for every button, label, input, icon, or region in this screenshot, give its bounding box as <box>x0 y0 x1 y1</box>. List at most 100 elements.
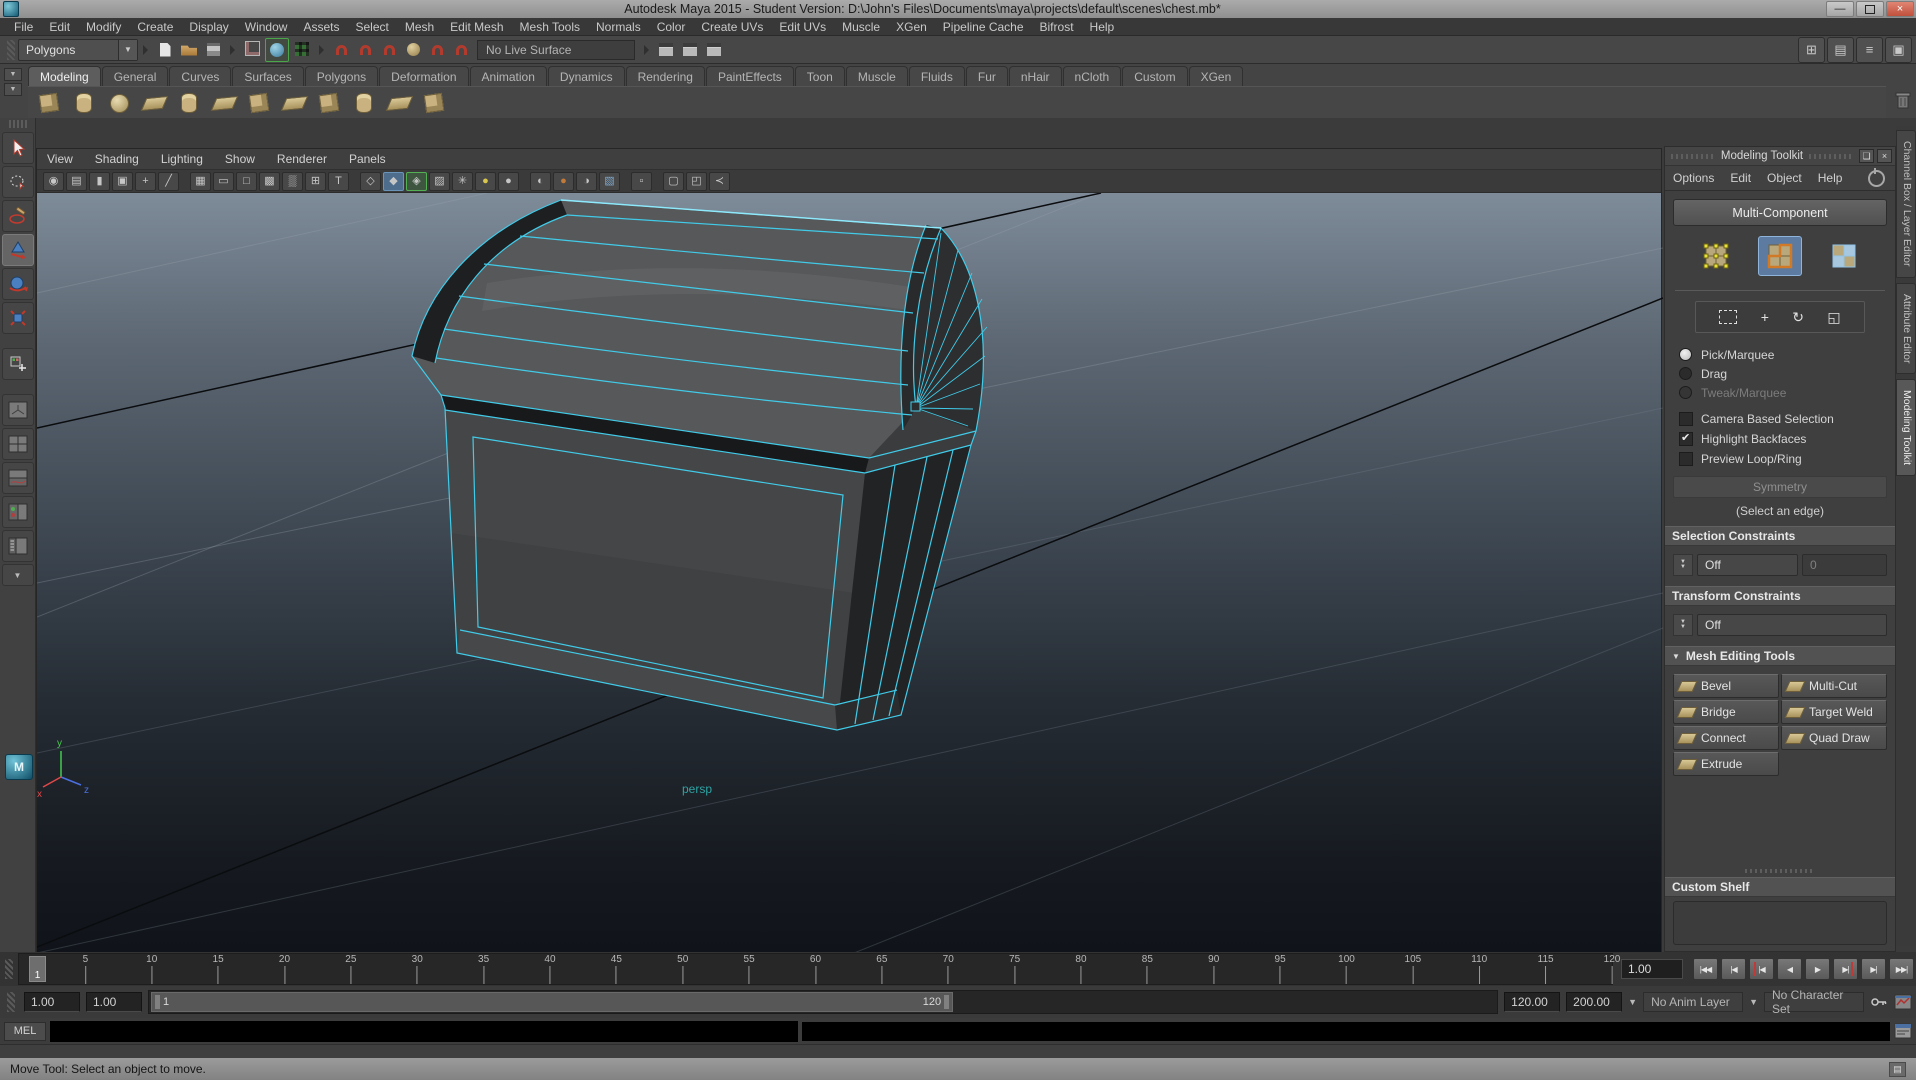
shelf-tab[interactable]: Dynamics <box>548 66 625 86</box>
toggle-modeling-toolkit-icon[interactable]: ▣ <box>1885 37 1912 63</box>
group-collapse-icon[interactable] <box>644 45 649 55</box>
viewport-canvas[interactable]: y x z persp <box>37 193 1661 953</box>
toggle-tool-settings-icon[interactable]: ▤ <box>1827 37 1854 63</box>
multi-cut-icon[interactable] <box>386 90 412 116</box>
multisample-icon[interactable]: ▧ <box>599 172 620 191</box>
shelf-tab[interactable]: XGen <box>1189 66 1244 86</box>
range-start-handle[interactable] <box>155 995 160 1009</box>
isolate-select-icon[interactable]: ▫ <box>631 172 652 191</box>
quad-draw-button[interactable]: Quad Draw <box>1781 726 1887 750</box>
checkbox-option[interactable]: Camera Based Selection <box>1671 410 1889 428</box>
bookmark-icon[interactable]: ▮ <box>89 172 110 191</box>
playback-start-field[interactable] <box>86 992 142 1012</box>
move-icon[interactable]: + <box>1761 309 1769 325</box>
animation-start-field[interactable] <box>24 992 80 1012</box>
animation-preferences-icon[interactable] <box>1894 994 1912 1010</box>
toggle-channel-box-icon[interactable]: ≡ <box>1856 37 1883 63</box>
shelf-tab[interactable]: nHair <box>1009 66 1062 86</box>
toolkit-menu-item[interactable]: Edit <box>1730 171 1751 185</box>
bend-icon[interactable] <box>351 90 377 116</box>
step-back-frame-button[interactable]: |◀ <box>1721 958 1746 980</box>
constraint-dropdown-icon[interactable]: ▼▼ <box>1673 614 1693 636</box>
checkbox-option[interactable]: Highlight Backfaces <box>1671 430 1889 448</box>
select-camera-icon[interactable]: ◉ <box>43 172 64 191</box>
menu-item[interactable]: Create <box>129 18 181 36</box>
shelf-tab[interactable]: Toon <box>795 66 845 86</box>
toolkit-menu-item[interactable]: Object <box>1767 171 1802 185</box>
select-object-icon[interactable] <box>265 38 289 62</box>
panel-menu-item[interactable]: Show <box>225 152 267 166</box>
drag-handle[interactable] <box>9 120 27 128</box>
snap-view-plane-icon[interactable] <box>426 39 448 61</box>
menu-item[interactable]: Modify <box>78 18 129 36</box>
playback-end-field[interactable] <box>1504 992 1560 1012</box>
constraint-dropdown-icon[interactable]: ▼▼ <box>1673 554 1693 576</box>
drag-handle[interactable] <box>7 992 15 1012</box>
panel-menu-item[interactable]: Renderer <box>277 152 339 166</box>
command-result-field[interactable] <box>802 1022 1890 1041</box>
character-set-dropdown[interactable]: No Character Set <box>1764 992 1864 1012</box>
range-end-handle[interactable] <box>944 995 949 1009</box>
menu-item[interactable]: Bifrost <box>1032 18 1082 36</box>
command-input[interactable] <box>50 1021 798 1042</box>
trash-icon[interactable] <box>1894 90 1912 110</box>
poly-cylinder-icon[interactable] <box>71 90 97 116</box>
field-chart-icon[interactable]: ▒ <box>282 172 303 191</box>
film-gate-icon[interactable]: ▭ <box>213 172 234 191</box>
panel-menu-item[interactable]: View <box>47 152 85 166</box>
selection-constraints-header[interactable]: Selection Constraints <box>1665 526 1895 546</box>
close-button[interactable]: × <box>1886 1 1914 17</box>
shelf-tab[interactable]: Animation <box>470 66 547 86</box>
group-collapse-icon[interactable] <box>143 45 148 55</box>
maximize-button[interactable] <box>1856 1 1884 17</box>
menu-item[interactable]: Create UVs <box>693 18 771 36</box>
drag-handle[interactable] <box>7 40 15 60</box>
shelf-tab[interactable]: Muscle <box>846 66 908 86</box>
motion-blur-icon[interactable]: ◑ <box>576 172 597 191</box>
power-toggle-icon[interactable] <box>1868 170 1885 187</box>
open-scene-icon[interactable] <box>178 39 200 61</box>
sidebar-tab[interactable]: Attribute Editor <box>1896 283 1916 374</box>
mirror-icon[interactable] <box>421 90 447 116</box>
gate-mask-icon[interactable]: ▩ <box>259 172 280 191</box>
persp-outliner-layout-button[interactable] <box>2 530 34 562</box>
group-collapse-icon[interactable] <box>230 45 235 55</box>
menu-item[interactable]: Edit UVs <box>771 18 834 36</box>
menu-item[interactable]: Mesh Tools <box>512 18 588 36</box>
help-line-toggle-icon[interactable]: ▤ <box>1889 1062 1906 1077</box>
chevron-down-icon[interactable]: ▼ <box>1628 997 1637 1007</box>
move-tool-button[interactable] <box>2 234 34 266</box>
menu-item[interactable]: Assets <box>295 18 347 36</box>
textured-icon[interactable]: ▨ <box>429 172 450 191</box>
bevel-button[interactable]: Bevel <box>1673 674 1779 698</box>
transform-constraint-field[interactable]: Off <box>1697 614 1887 636</box>
menu-set-dropdown[interactable]: Polygons ▼ <box>18 39 138 61</box>
menu-item[interactable]: Muscle <box>834 18 888 36</box>
save-scene-icon[interactable] <box>202 39 224 61</box>
shelf-tab[interactable]: PaintEffects <box>706 66 794 86</box>
go-to-end-button[interactable]: ▶▶| <box>1889 958 1914 980</box>
marquee-select-icon[interactable] <box>1719 310 1737 324</box>
scale-tool-button[interactable] <box>2 302 34 334</box>
poly-pipe-icon[interactable] <box>176 90 202 116</box>
panel-header[interactable]: Modeling Toolkit ❏ × <box>1665 147 1895 166</box>
chest-model[interactable] <box>412 200 987 730</box>
xray-icon[interactable]: ▢ <box>663 172 684 191</box>
hypershade-persp-layout-button[interactable] <box>2 496 34 528</box>
panel-menu-item[interactable]: Shading <box>95 152 151 166</box>
scale-icon[interactable]: ◱ <box>1827 309 1840 326</box>
minimize-button[interactable]: — <box>1826 1 1854 17</box>
use-all-lights-icon[interactable]: ✳ <box>452 172 473 191</box>
more-layouts-button[interactable]: ▼ <box>2 564 34 586</box>
rotate-icon[interactable]: ↻ <box>1792 309 1804 326</box>
anim-layer-dropdown[interactable]: No Anim Layer <box>1643 992 1743 1012</box>
render-settings-icon[interactable] <box>703 39 725 61</box>
target-weld-button[interactable]: Target Weld <box>1781 700 1887 724</box>
sidebar-tab[interactable]: Channel Box / Layer Editor <box>1896 130 1916 278</box>
connect-button[interactable]: Connect <box>1673 726 1779 750</box>
shelf-tab[interactable]: Fluids <box>909 66 965 86</box>
panel-menu-item[interactable]: Lighting <box>161 152 215 166</box>
bridge-button[interactable]: Bridge <box>1673 700 1779 724</box>
select-component-icon[interactable] <box>291 38 313 60</box>
smooth-shade-icon[interactable]: ◆ <box>383 172 404 191</box>
